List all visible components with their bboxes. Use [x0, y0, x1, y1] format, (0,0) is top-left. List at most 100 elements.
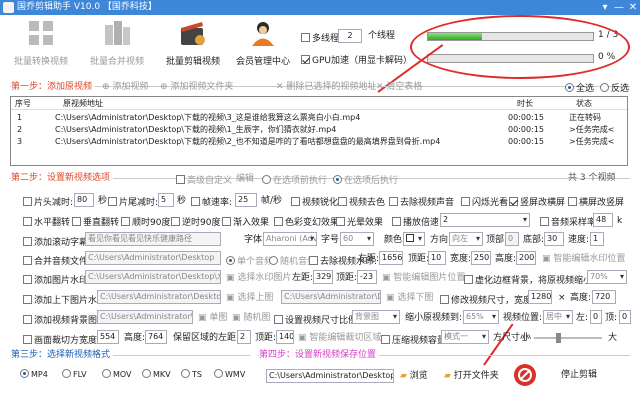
vflip-checkbox[interactable]: 垂直翻转: [72, 215, 119, 228]
compress-slider[interactable]: [534, 333, 602, 343]
edit-button[interactable]: 编辑: [236, 173, 254, 185]
set-ratio-checkbox[interactable]: 设置视频尺寸比例:: [274, 313, 360, 326]
smart-wm-button[interactable]: ▣ 智能编辑水印位置: [542, 253, 625, 265]
batch-edit-button[interactable]: 批量剪辑视频: [158, 18, 228, 72]
stop-edit-button[interactable]: 停止剪辑: [513, 363, 623, 387]
smart-pic-button[interactable]: ▣ 智能编辑图片位置: [382, 272, 465, 284]
speed-checkbox[interactable]: 播放倍速:: [392, 215, 442, 228]
blur-ratio-select[interactable]: 70%: [587, 270, 627, 284]
close-icon[interactable]: ✕: [626, 0, 640, 15]
decolor-checkbox[interactable]: 视频去色: [338, 195, 385, 208]
wm-top-input[interactable]: 10: [428, 251, 446, 265]
single-pic-button[interactable]: ▣ 单图: [198, 312, 227, 324]
tail-cut-checkbox[interactable]: 片尾减时:: [108, 195, 158, 208]
choose-top-button[interactable]: ▣ 选择上图: [226, 292, 273, 304]
smart-crop-button[interactable]: ▣ 智能编辑裁切区域: [298, 332, 381, 344]
pos-select[interactable]: 居中: [543, 310, 573, 324]
mode-before-radio[interactable]: 在选项前执行: [262, 173, 327, 186]
bottom-pic-path-input[interactable]: C:\Users\Administrator\Desk: [281, 290, 381, 304]
table-row[interactable]: 3 C:\Users\Administrator\Desktop\下载的视频\2…: [11, 136, 627, 148]
mute-checkbox[interactable]: 去除视频声音: [389, 195, 454, 208]
color-var-checkbox[interactable]: 色彩变幻效果: [274, 215, 339, 228]
format-mp4-radio[interactable]: MP4: [20, 369, 48, 379]
head-cut-input[interactable]: 80: [74, 193, 94, 207]
top-pic-path-input[interactable]: C:\Users\Administrator\Desktop: [97, 290, 221, 304]
speed-select[interactable]: 2: [440, 213, 530, 227]
fade-checkbox[interactable]: 渐入效果: [222, 215, 269, 228]
sharpen-checkbox[interactable]: 视频锐化: [291, 195, 338, 208]
format-ts-radio[interactable]: TS: [181, 369, 202, 379]
multithread-checkbox[interactable]: 多线程: [301, 31, 339, 44]
shrink-select[interactable]: 65%: [463, 310, 499, 324]
browse-button[interactable]: ▰ 浏览: [400, 370, 428, 382]
bottom-input[interactable]: 30: [544, 232, 564, 246]
fps-checkbox[interactable]: 帧速率:: [191, 195, 232, 208]
tail-cut-input[interactable]: 5: [158, 193, 174, 207]
table-row[interactable]: 2 C:\Users\Administrator\Desktop\下载的视频\1…: [11, 124, 627, 136]
batch-merge-button[interactable]: 批量合并视频: [82, 18, 152, 72]
batch-convert-button[interactable]: 批量转换视频: [6, 18, 76, 72]
minimize-icon[interactable]: —: [612, 0, 626, 15]
wm-height-input[interactable]: 200: [516, 251, 536, 265]
keep-left-input[interactable]: 2: [237, 330, 251, 344]
table-row[interactable]: 1 C:\Users\Administrator\Desktop\下载的视频\3…: [11, 112, 627, 124]
ccw90-checkbox[interactable]: 逆时90度: [171, 215, 220, 228]
audio-path-input[interactable]: C:\Users\Administrator\Desktop: [85, 251, 221, 265]
spd-input[interactable]: 1: [590, 232, 604, 246]
color-select[interactable]: [403, 232, 425, 246]
keep-top-input[interactable]: 140: [276, 330, 294, 344]
light-checkbox[interactable]: 光晕效果: [336, 215, 383, 228]
custom-checkbox[interactable]: 高级自定义: [176, 173, 232, 186]
choose-pic-button[interactable]: ▣ 选择水印图片: [226, 272, 291, 284]
bg-top-input[interactable]: 0: [619, 310, 631, 324]
crop-width-input[interactable]: 554: [97, 330, 119, 344]
add-video-button[interactable]: ⊕ 添加视频: [102, 81, 148, 93]
select-all-radio[interactable]: 全选: [565, 81, 594, 94]
hscreen-checkbox[interactable]: 横屏改竖屏: [568, 195, 624, 208]
subtitle-input[interactable]: 看见你看见看见快乐健康路径: [85, 232, 221, 246]
blur-bg-checkbox[interactable]: 虚化边框背景，将原视频缩小到:: [464, 273, 604, 286]
head-cut-checkbox[interactable]: 片头减时:: [23, 195, 73, 208]
bg-path-input[interactable]: C:\Users\Administrator\D: [97, 310, 193, 324]
fps-input[interactable]: 25: [235, 193, 257, 207]
format-flv-radio[interactable]: FLV: [62, 369, 87, 379]
crop-checkbox[interactable]: 画面裁切方宽度:: [23, 333, 100, 346]
resize-width-input[interactable]: 1280: [528, 290, 552, 304]
vertical-checkbox[interactable]: 竖屏改横屏: [509, 195, 565, 208]
merge-audio-checkbox[interactable]: 合并音频文件:: [23, 254, 91, 267]
subtitle-checkbox[interactable]: 添加滚动字幕:: [23, 235, 91, 248]
clear-table-button[interactable]: ✕ 清空表格: [376, 81, 422, 93]
single-audio-radio[interactable]: 单个音频: [226, 254, 273, 267]
gpu-checkbox[interactable]: GPU加速（用显卡解码）: [301, 53, 412, 66]
video-table[interactable]: 序号 原视频地址 时长 状态 1 C:\Users\Administrator\…: [10, 96, 628, 166]
menu-dropdown-icon[interactable]: ▾: [598, 0, 612, 15]
save-path-input[interactable]: C:\Users\Administrator\Desktop\下: [266, 369, 394, 383]
wm-left-input[interactable]: 1656: [379, 251, 403, 265]
format-mov-radio[interactable]: MOV: [102, 369, 132, 379]
sample-checkbox[interactable]: 音频采样率:: [540, 215, 599, 228]
pic-left-input[interactable]: 329: [313, 270, 333, 284]
open-folder-button[interactable]: ▰ 打开文件夹: [444, 370, 499, 382]
member-center-button[interactable]: 会员管理中心: [228, 18, 298, 72]
flash-checkbox[interactable]: 闪烁光看: [461, 195, 508, 208]
add-pic-checkbox[interactable]: 添加图片水印:: [23, 273, 91, 286]
bg-left-input[interactable]: 0: [590, 310, 602, 324]
compress-slider-thumb[interactable]: [556, 333, 562, 343]
pic-path-input[interactable]: C:\Users\Administrator\Desktop\水印图片: [85, 270, 221, 284]
format-wmv-radio[interactable]: WMV: [214, 369, 245, 379]
sample-input[interactable]: 48: [593, 213, 613, 227]
size-select[interactable]: 60: [340, 232, 374, 246]
resize-checkbox[interactable]: 修改视频尺寸，宽度:: [440, 293, 535, 306]
dir-select[interactable]: 向左: [449, 232, 483, 246]
pic-top-input[interactable]: -23: [357, 270, 377, 284]
thread-count-input[interactable]: 2: [338, 29, 362, 43]
cw90-checkbox[interactable]: 顺时90度: [121, 215, 170, 228]
mode-after-radio[interactable]: 在选项后执行: [333, 173, 398, 186]
font-select[interactable]: Aharoni (Adv: [263, 232, 317, 246]
resize-height-input[interactable]: 720: [592, 290, 616, 304]
delete-selected-button[interactable]: ✕ 删除已选择的视频地址: [276, 81, 376, 93]
top-input[interactable]: 0: [505, 232, 519, 246]
compress-checkbox[interactable]: 压缩视频容量: [381, 333, 446, 346]
wm-width-input[interactable]: 250: [471, 251, 491, 265]
compress-mode-select[interactable]: 模式一: [441, 330, 489, 344]
